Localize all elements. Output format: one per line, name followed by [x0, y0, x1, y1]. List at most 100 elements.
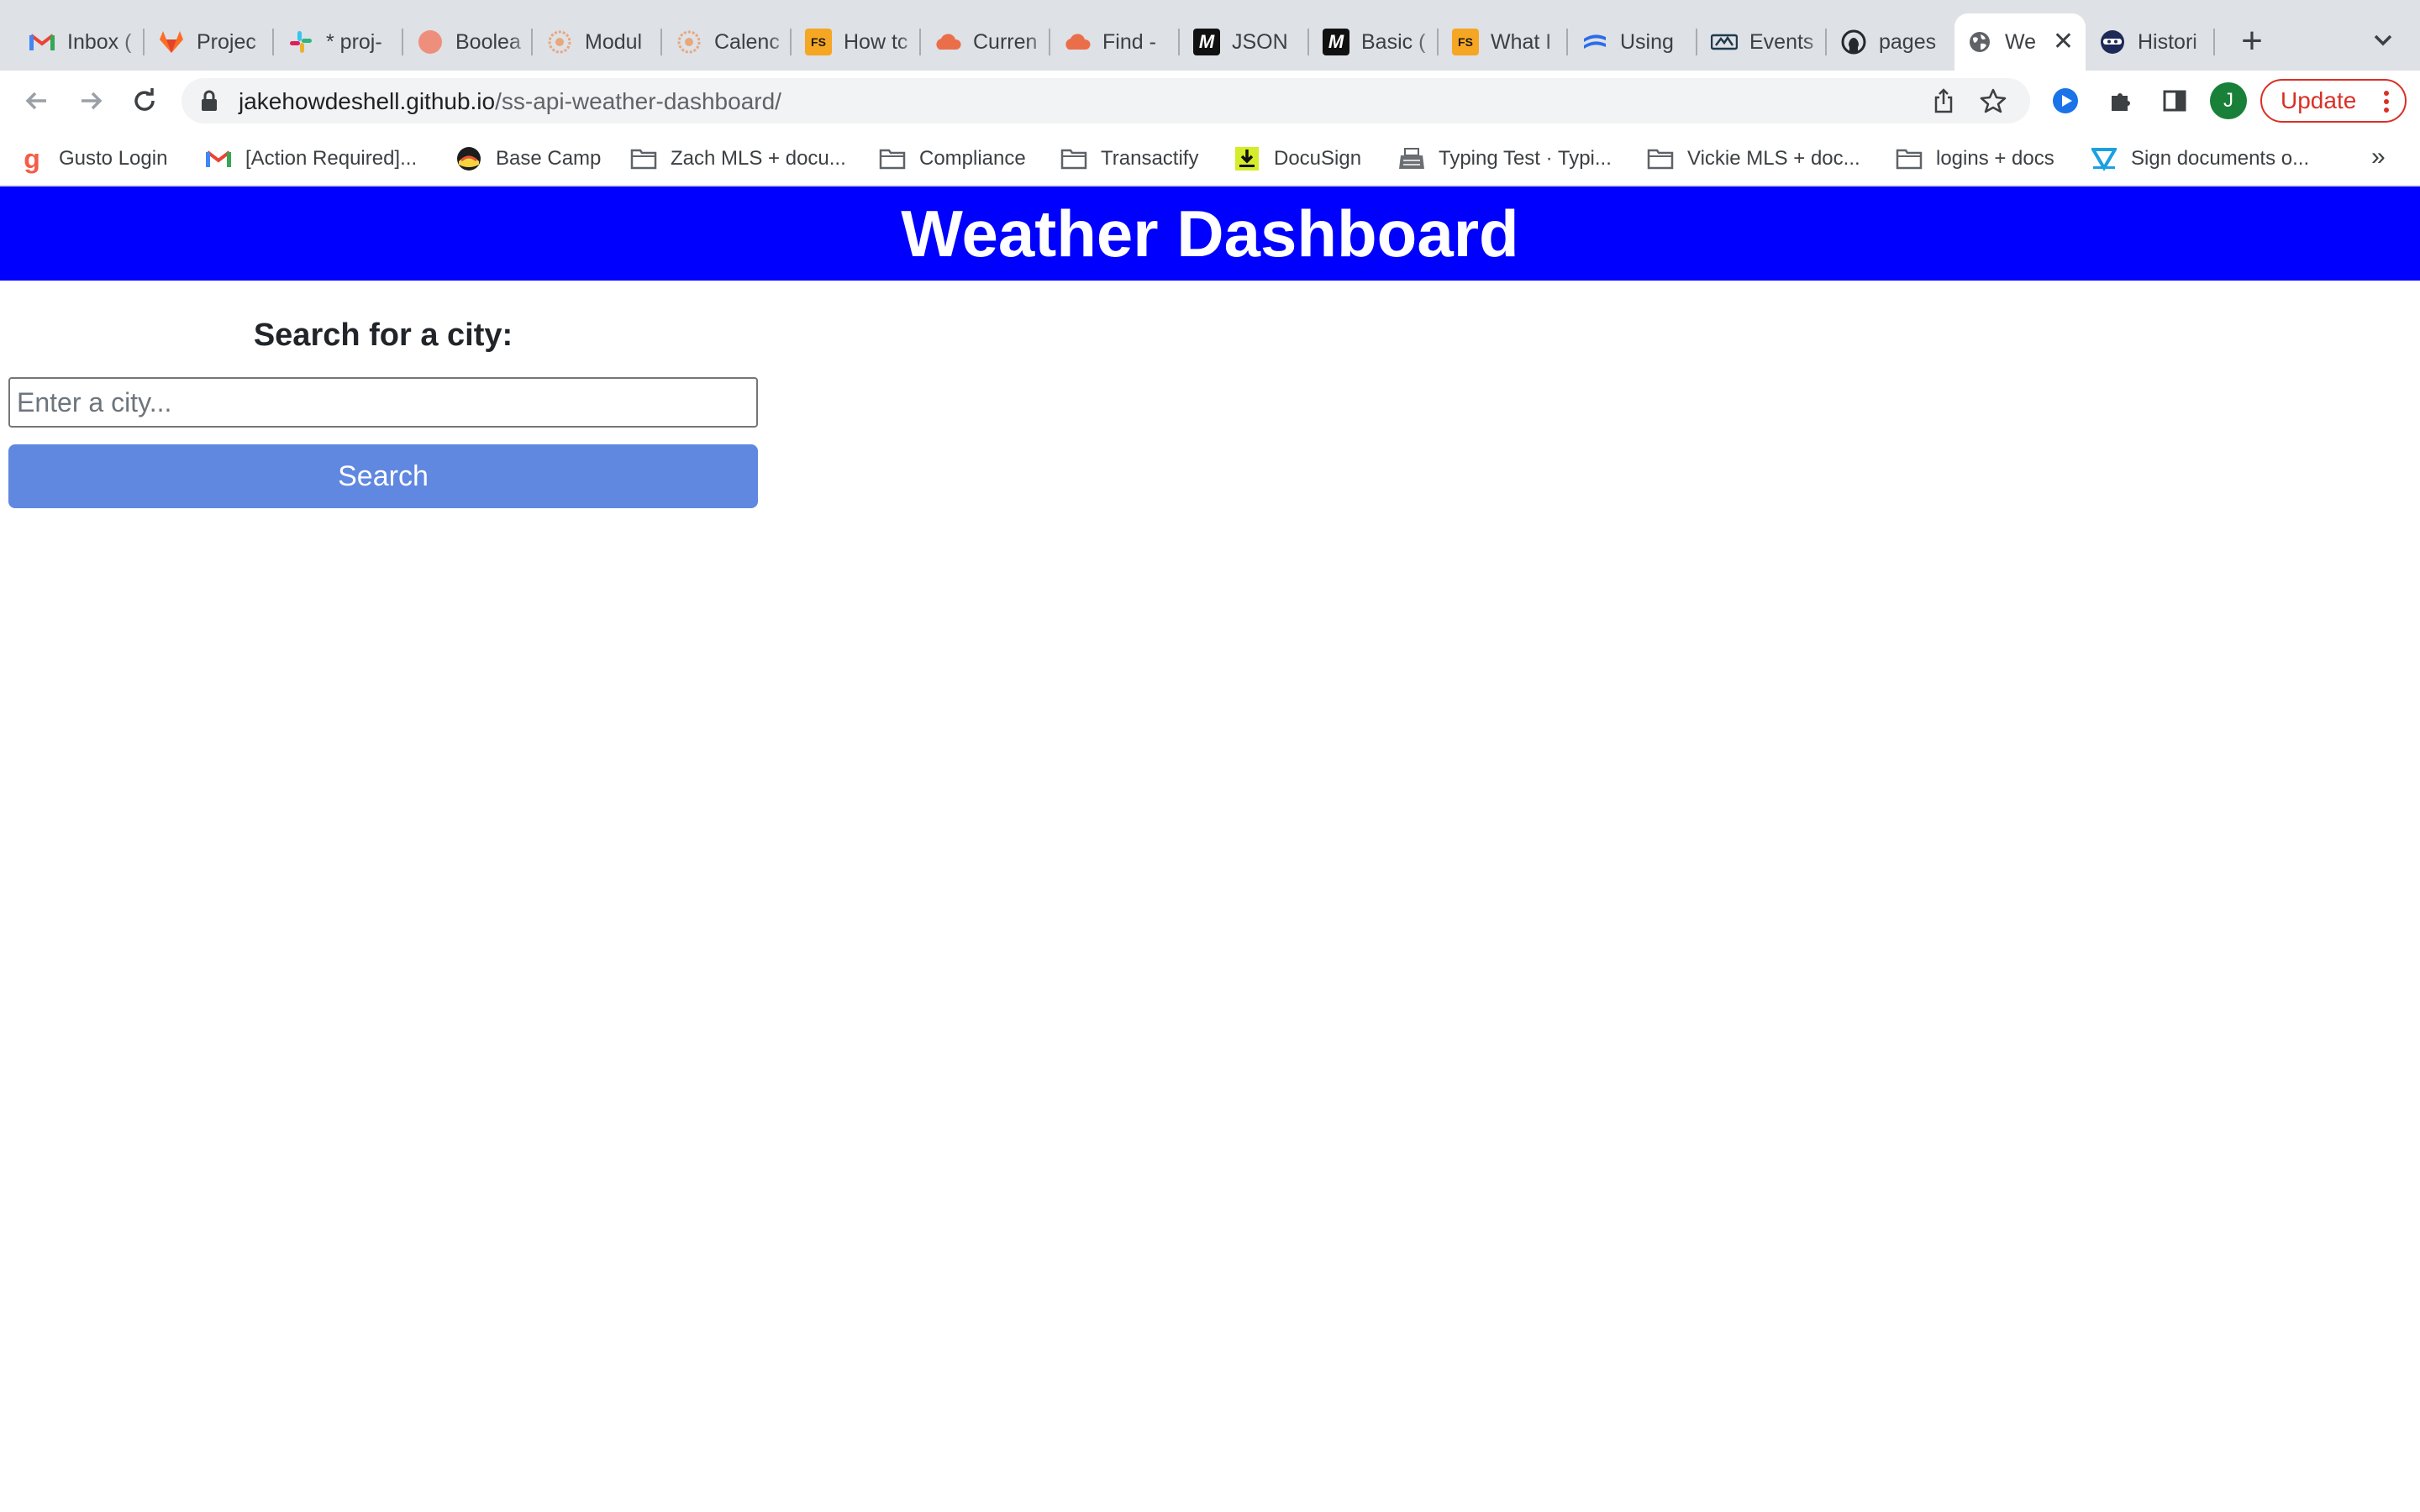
site-header: Weather Dashboard — [0, 186, 2420, 281]
tab-title: Find - — [1102, 29, 1156, 54]
tab-separator — [1825, 29, 1827, 55]
tab-title: Inbox ( — [67, 29, 132, 54]
bookmark-label: logins + docs — [1936, 147, 2054, 170]
bookmarks-bar: g Gusto Login [Action Required]... Base … — [0, 131, 2420, 186]
bookmark-sign-documents[interactable]: Sign documents o... — [2091, 144, 2309, 173]
search-panel: Search for a city: Search — [8, 281, 758, 508]
bookmark-label: Vickie MLS + doc... — [1687, 147, 1860, 170]
gitlab-icon — [158, 29, 185, 55]
tab-what-is[interactable]: FS What I — [1440, 13, 1568, 71]
side-panel-button[interactable] — [2156, 82, 2193, 119]
m-icon: M — [1323, 29, 1349, 55]
folder-icon — [1647, 145, 1674, 172]
news-icon — [1711, 29, 1738, 55]
tab-search-button[interactable] — [2366, 22, 2400, 59]
bookmark-star-icon[interactable] — [1980, 87, 2007, 118]
basecamp-icon — [455, 145, 482, 172]
bookmark-docusign[interactable]: DocuSign — [1234, 144, 1361, 173]
tab-separator — [1178, 29, 1180, 55]
tab-basic[interactable]: M Basic ( — [1311, 13, 1439, 71]
city-search-input[interactable] — [8, 377, 758, 428]
tab-calendar[interactable]: Calenc — [664, 13, 792, 71]
tab-module[interactable]: Modul — [534, 13, 662, 71]
puzzle-icon — [2112, 93, 2130, 111]
tab-events[interactable]: Events — [1699, 13, 1827, 71]
tab-separator — [1566, 29, 1568, 55]
wave-icon — [1581, 29, 1608, 55]
extensions-button[interactable] — [2102, 82, 2139, 119]
chevron-down-icon — [2374, 34, 2392, 46]
tab-title: JSON — [1232, 29, 1288, 54]
github-icon — [1840, 29, 1867, 55]
tab-separator — [919, 29, 921, 55]
tab-title: Calenc — [714, 29, 780, 54]
extension-button[interactable] — [2047, 82, 2084, 119]
bookmark-gusto-login[interactable]: g Gusto Login — [18, 144, 167, 174]
tab-current[interactable]: Curren — [923, 13, 1050, 71]
docusign-icon — [1234, 145, 1260, 172]
bookmark-folder-vickie-mls[interactable]: Vickie MLS + doc... — [1647, 144, 1860, 173]
bookmark-base-camp[interactable]: Base Camp — [455, 144, 601, 173]
tab-separator — [1307, 29, 1309, 55]
search-heading: Search for a city: — [253, 318, 513, 353]
url-domain: jakehowdeshell.github.io — [239, 88, 496, 114]
bookmark-folder-zach-mls[interactable]: Zach MLS + docu... — [630, 144, 846, 173]
m-icon: M — [1193, 29, 1220, 55]
tab-separator — [1049, 29, 1050, 55]
tab-boolean[interactable]: Boolea — [405, 13, 533, 71]
bookmark-folder-compliance[interactable]: Compliance — [879, 144, 1026, 173]
bookmark-folder-logins-docs[interactable]: logins + docs — [1896, 144, 2054, 173]
slack-icon — [287, 29, 314, 55]
ninja-icon — [2099, 29, 2126, 55]
address-bar[interactable]: jakehowdeshell.github.io/ss-api-weather-… — [182, 78, 2030, 123]
bookmark-typing-test[interactable]: Typing Test · Typi... — [1398, 144, 1612, 173]
bookmark-label: Zach MLS + docu... — [671, 147, 846, 170]
arrow-right-icon — [82, 92, 103, 110]
bookmark-label: Typing Test · Typi... — [1439, 147, 1612, 170]
tab-slack[interactable]: * proj- — [276, 13, 403, 71]
bookmarks-overflow-icon[interactable]: » — [2371, 143, 2386, 171]
tab-title: Projec — [197, 29, 256, 54]
sign-icon — [2091, 145, 2118, 172]
fs-icon: FS — [805, 29, 832, 55]
update-button[interactable]: Update — [2260, 79, 2407, 123]
tab-separator — [143, 29, 145, 55]
fs-icon: FS — [1452, 29, 1479, 55]
cloud-icon — [1064, 29, 1091, 55]
typewriter-icon — [1398, 145, 1425, 172]
tab-weather-dashboard[interactable]: We ✕ — [1954, 13, 2086, 71]
folder-icon — [879, 145, 906, 172]
lock-icon[interactable] — [200, 90, 218, 116]
tab-pages[interactable]: pages — [1828, 13, 1956, 71]
forward-button[interactable] — [72, 82, 109, 119]
profile-avatar[interactable]: J — [2210, 82, 2247, 119]
bookmark-folder-transactify[interactable]: Transactify — [1060, 144, 1198, 173]
tab-using[interactable]: Using — [1570, 13, 1697, 71]
share-icon[interactable] — [1933, 88, 1954, 118]
generic-circle-icon — [417, 29, 444, 55]
back-button[interactable] — [18, 82, 55, 119]
tab-title: pages — [1879, 29, 1937, 54]
gmail-icon — [205, 145, 232, 172]
tab-how-to[interactable]: FS How tc — [793, 13, 921, 71]
close-icon[interactable]: ✕ — [2053, 29, 2074, 55]
tab-separator — [272, 29, 274, 55]
tab-inbox[interactable]: Inbox ( — [17, 13, 145, 71]
tab-find[interactable]: Find - — [1052, 13, 1180, 71]
tab-project[interactable]: Projec — [146, 13, 274, 71]
url-text: jakehowdeshell.github.io/ss-api-weather-… — [239, 88, 781, 115]
bookmark-label: [Action Required]... — [245, 147, 418, 170]
reload-button[interactable] — [126, 82, 163, 119]
folder-icon — [1896, 145, 1923, 172]
browser-toolbar: jakehowdeshell.github.io/ss-api-weather-… — [0, 71, 2420, 131]
tab-title: Modul — [585, 29, 643, 54]
tab-title: Boolea — [455, 29, 521, 54]
new-tab-button[interactable]: + — [2233, 20, 2270, 62]
more-vert-icon — [2383, 89, 2390, 118]
tab-title: Using — [1620, 29, 1674, 54]
bookmark-action-required[interactable]: [Action Required]... — [205, 144, 417, 173]
tab-json[interactable]: M JSON — [1181, 13, 1309, 71]
course-icon — [546, 29, 573, 55]
search-button[interactable]: Search — [8, 444, 758, 508]
tab-history[interactable]: Histori — [2087, 13, 2215, 71]
